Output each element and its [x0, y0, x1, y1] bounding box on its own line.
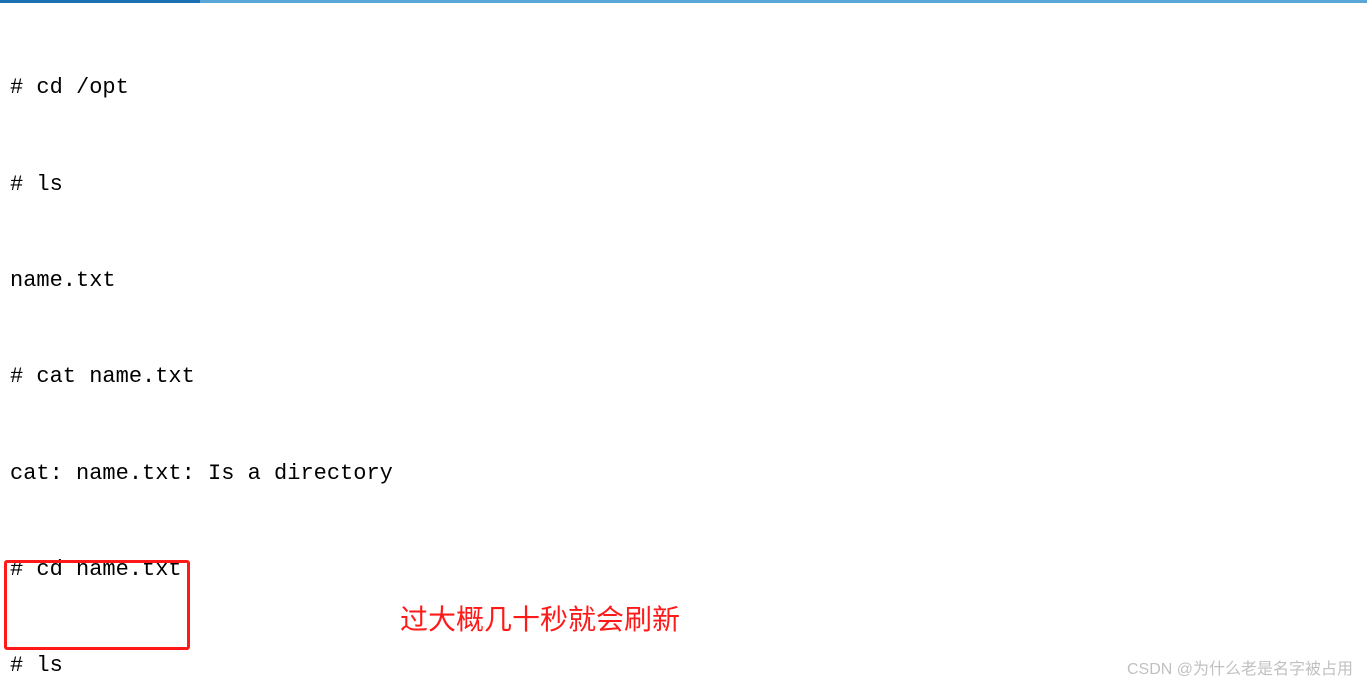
terminal-line: # cat name.txt — [10, 361, 393, 393]
terminal-line: # ls — [10, 650, 393, 682]
annotation-text: 过大概几十秒就会刷新 — [400, 600, 680, 641]
terminal-line: # ls — [10, 169, 393, 201]
watermark-text: CSDN @为什么老是名字被占用 — [1127, 658, 1353, 681]
terminal-line: # cd /opt — [10, 72, 393, 104]
window-top-border — [0, 0, 1367, 3]
terminal-line: cat: name.txt: Is a directory — [10, 458, 393, 490]
terminal-output[interactable]: # cd /opt # ls name.txt # cat name.txt c… — [10, 8, 393, 691]
terminal-line: name.txt — [10, 265, 393, 297]
terminal-line: # cd name.txt — [10, 554, 393, 586]
